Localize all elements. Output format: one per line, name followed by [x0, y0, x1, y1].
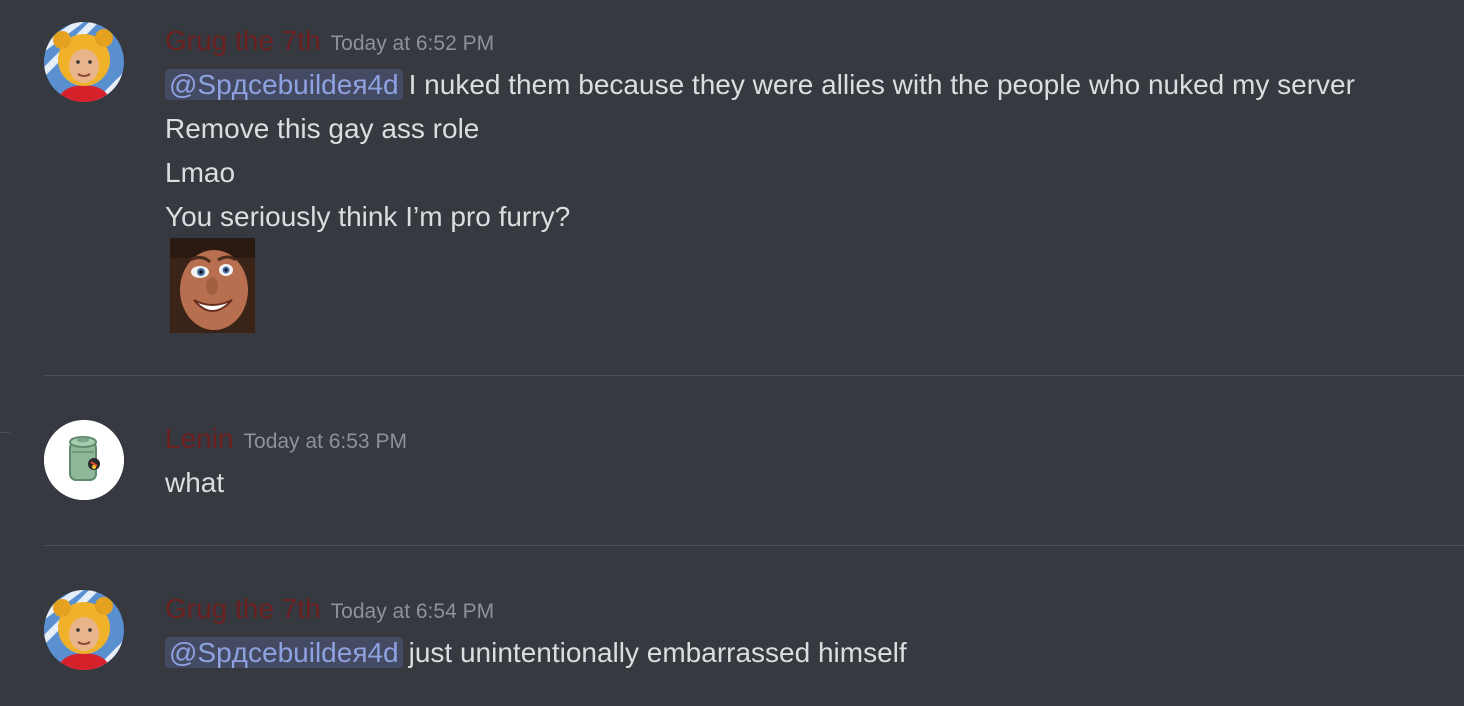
timestamp: Today at 6:53 PM — [243, 430, 407, 453]
message-header: Grug the 7th Today at 6:54 PM — [165, 593, 494, 625]
pooh-avatar-icon[interactable] — [44, 590, 124, 670]
message-header: Lenin Today at 6:53 PM — [165, 423, 407, 455]
message-text: I nuked them because they were allies wi… — [408, 69, 1355, 100]
message-line: what — [165, 467, 225, 498]
pooh-avatar-icon[interactable] — [44, 22, 124, 102]
user-mention[interactable]: @Spдcebuildeя4d — [165, 69, 403, 100]
message-line: Lmao — [165, 157, 236, 188]
message-header: Grug the 7th Today at 6:52 PM — [165, 25, 494, 57]
message-line: Remove this gay ass role — [165, 113, 480, 144]
message-group: Grug the 7th Today at 6:52 PM @Spдcebuild… — [0, 0, 1464, 376]
message-group: Lenin Today at 6:53 PM what — [0, 376, 1464, 546]
message-text: just unintentionally embarrassed himself — [408, 637, 907, 668]
message-group: Grug the 7th Today at 6:54 PM @Spдcebuild… — [0, 546, 1464, 706]
message-line: You seriously think I’m pro furry? — [165, 201, 571, 232]
username[interactable]: Grug the 7th — [165, 593, 321, 624]
face-emoji-image[interactable] — [170, 238, 255, 333]
user-mention[interactable]: @Spдcebuildeя4d — [165, 637, 403, 668]
timestamp: Today at 6:52 PM — [330, 32, 495, 55]
message-line: @Spдcebuildeя4d I nuked them because they… — [165, 67, 1355, 103]
message-line: @Spдcebuildeя4d just unintentionally emba… — [165, 635, 907, 671]
timestamp: Today at 6:54 PM — [330, 600, 495, 623]
username[interactable]: Lenin — [165, 423, 234, 454]
username[interactable]: Grug the 7th — [165, 25, 321, 56]
chat-messages: Grug the 7th Today at 6:52 PM @Spдcebuild… — [0, 0, 1464, 706]
canister-avatar-icon[interactable] — [44, 420, 124, 500]
